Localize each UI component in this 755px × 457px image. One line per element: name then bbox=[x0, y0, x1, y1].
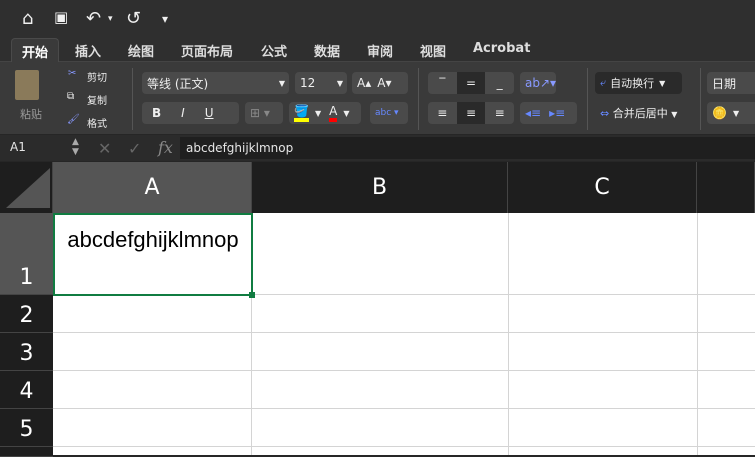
scissors-icon: ✂ bbox=[68, 68, 77, 79]
horizontal-align-group: ≡ ≡ ≡ bbox=[428, 102, 514, 124]
tab-review[interactable]: 审阅 bbox=[367, 41, 393, 60]
format-painter-icon: 🖌 bbox=[67, 114, 80, 125]
gridline bbox=[697, 213, 698, 455]
undo-icon[interactable]: ↶ bbox=[86, 8, 101, 29]
column-header-b[interactable]: B bbox=[252, 162, 508, 213]
cell-a1[interactable]: abcdefghijklmnop bbox=[53, 213, 253, 296]
gridline bbox=[53, 370, 755, 371]
redo-icon[interactable]: ↺ bbox=[126, 8, 141, 29]
paste-icon[interactable] bbox=[15, 70, 39, 100]
number-format-value: 日期 bbox=[712, 76, 737, 91]
save-icon[interactable]: ▣ bbox=[54, 8, 68, 26]
font-name-select[interactable]: 等线 (正文) ▼ bbox=[142, 72, 289, 94]
row-header-4[interactable]: 4 bbox=[0, 371, 53, 409]
color-group: 🪣 ▼ A ▼ bbox=[289, 102, 361, 124]
merge-icon: ⇔ bbox=[600, 107, 610, 120]
tab-acrobat[interactable]: Acrobat bbox=[473, 41, 530, 56]
font-color-icon[interactable]: A bbox=[329, 104, 338, 122]
decrease-indent-button[interactable]: ◂≡ bbox=[525, 106, 541, 120]
cut-button[interactable]: 剪切 bbox=[87, 69, 107, 84]
font-style-group: BIU bbox=[142, 102, 239, 124]
function-icon[interactable]: fx bbox=[158, 138, 173, 157]
chevron-down-icon: ▼ bbox=[278, 78, 285, 88]
column-header-a[interactable]: A bbox=[53, 162, 252, 213]
row-header-3[interactable]: 3 bbox=[0, 333, 53, 371]
vertical-align-group: ‾ = _ bbox=[428, 72, 514, 94]
gridline bbox=[53, 332, 755, 333]
font-name-value: 等线 (正文) bbox=[147, 76, 209, 91]
row-header-5[interactable]: 5 bbox=[0, 409, 53, 447]
wrap-text-icon: ⤶ bbox=[600, 76, 607, 89]
tab-draw[interactable]: 绘图 bbox=[128, 41, 154, 60]
align-right-button[interactable]: ≡ bbox=[485, 106, 514, 120]
customize-toolbar-icon[interactable]: ▾ bbox=[162, 12, 168, 26]
row-header-1[interactable]: 1 bbox=[0, 213, 53, 295]
tab-page-layout[interactable]: 页面布局 bbox=[181, 41, 233, 60]
copy-icon: ⧉ bbox=[67, 91, 75, 102]
increase-indent-button[interactable]: ▸≡ bbox=[549, 106, 565, 120]
align-middle-button[interactable]: = bbox=[456, 72, 486, 94]
tab-view[interactable]: 视图 bbox=[420, 41, 446, 60]
align-bottom-button[interactable]: _ bbox=[485, 76, 514, 90]
wrap-text-label: 自动换行 bbox=[610, 77, 655, 90]
merge-center-button[interactable]: ⇔ 合并后居中 ▼ bbox=[600, 105, 677, 121]
gridline bbox=[53, 446, 755, 447]
home-icon[interactable]: ⌂ bbox=[22, 8, 33, 29]
tab-home[interactable]: 开始 bbox=[11, 38, 60, 63]
ribbon: 粘贴 ✂ 剪切 ⧉ 复制 🖌 格式 等线 (正文) ▼ 12 ▼ A▴ A▾ BIU … bbox=[0, 62, 755, 134]
enter-icon[interactable]: ✓ bbox=[128, 139, 141, 158]
underline-button[interactable]: U bbox=[205, 106, 214, 120]
name-box-stepper-icon[interactable]: ▲ ▼ bbox=[72, 137, 79, 157]
borders-button[interactable]: ⊞ ▾ bbox=[245, 102, 283, 124]
gridline bbox=[53, 408, 755, 409]
chevron-down-icon: ▼ bbox=[336, 78, 343, 88]
align-top-button[interactable]: ‾ bbox=[428, 76, 457, 90]
number-format-select[interactable]: 日期 bbox=[707, 72, 755, 94]
indent-group: ◂≡ ▸≡ bbox=[520, 102, 577, 124]
cancel-icon[interactable]: ✕ bbox=[98, 139, 111, 158]
divider bbox=[587, 68, 588, 130]
divider bbox=[418, 68, 419, 130]
gridline bbox=[508, 213, 509, 455]
tab-data[interactable]: 数据 bbox=[314, 41, 340, 60]
fill-handle[interactable] bbox=[249, 292, 255, 298]
tab-insert[interactable]: 插入 bbox=[75, 41, 101, 60]
formula-bar: A1 ▲ ▼ ✕ ✓ fx abcdefghijklmnop bbox=[0, 135, 755, 161]
align-left-button[interactable]: ≡ bbox=[428, 106, 457, 120]
font-size-select[interactable]: 12 ▼ bbox=[295, 72, 347, 94]
ribbon-tabs: 开始 插入 绘图 页面布局 公式 数据 审阅 视图 Acrobat bbox=[0, 36, 755, 63]
italic-button[interactable]: I bbox=[181, 106, 185, 120]
select-all-button[interactable] bbox=[0, 162, 53, 213]
font-size-value: 12 bbox=[300, 76, 316, 90]
merge-center-label: 合并后居中 bbox=[612, 107, 668, 120]
formula-input[interactable]: abcdefghijklmnop bbox=[180, 137, 755, 159]
orientation-button[interactable]: ab↗▾ bbox=[520, 72, 556, 94]
paste-button[interactable]: 粘贴 bbox=[20, 106, 42, 122]
phonetic-button[interactable]: abc ▾ bbox=[370, 102, 408, 124]
row-header-6[interactable] bbox=[0, 447, 53, 457]
copy-button[interactable]: 复制 bbox=[87, 92, 107, 107]
font-size-adjust[interactable]: A▴ A▾ bbox=[352, 72, 408, 94]
undo-dropdown-icon[interactable]: ▾ bbox=[108, 14, 113, 24]
title-bar: ⌂ ▣ ↶ ▾ ↺ ▾ bbox=[0, 0, 755, 36]
wrap-text-button[interactable]: ⤶ 自动换行 ▼ bbox=[595, 72, 682, 94]
name-box[interactable]: A1 bbox=[10, 140, 26, 154]
column-header-c[interactable]: C bbox=[508, 162, 697, 213]
accounting-format-button[interactable]: 🪙 ▼ bbox=[707, 102, 755, 124]
bold-button[interactable]: B bbox=[152, 106, 161, 120]
align-center-button[interactable]: ≡ bbox=[456, 102, 486, 124]
increase-font-icon[interactable]: A▴ bbox=[357, 76, 371, 90]
column-header-d[interactable] bbox=[697, 162, 755, 213]
tab-formulas[interactable]: 公式 bbox=[261, 41, 287, 60]
divider bbox=[700, 68, 701, 130]
fill-color-icon[interactable]: 🪣 bbox=[294, 104, 309, 122]
divider bbox=[132, 68, 133, 130]
decrease-font-icon[interactable]: A▾ bbox=[377, 76, 391, 90]
row-header-2[interactable]: 2 bbox=[0, 295, 53, 333]
format-painter-button[interactable]: 格式 bbox=[87, 115, 107, 130]
